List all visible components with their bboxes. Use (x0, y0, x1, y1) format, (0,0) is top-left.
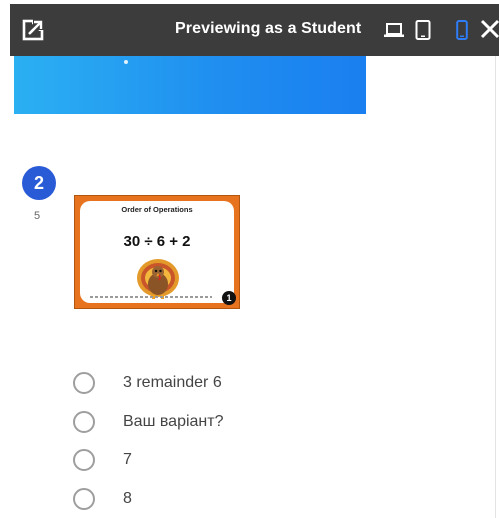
tablet-view-button[interactable] (413, 18, 433, 42)
question-points: 5 (34, 210, 41, 222)
header-banner (14, 56, 366, 114)
radio-button[interactable] (73, 372, 95, 395)
close-icon[interactable] (478, 17, 499, 41)
question-image: Order of Operations 30 ÷ 6 + 2 1 (74, 195, 240, 309)
radio-button[interactable] (73, 410, 95, 433)
laptop-icon (384, 23, 404, 37)
content-border (495, 56, 496, 518)
answer-option[interactable]: 8 (73, 480, 132, 518)
answer-option[interactable]: 3 remainder 6 (73, 364, 222, 403)
answer-options: 3 remainder 6 Ваш варіант? 7 8 (73, 364, 223, 518)
card-number: 1 (222, 291, 236, 305)
answer-label: Ваш варіант? (123, 412, 224, 430)
radio-button[interactable] (73, 487, 95, 510)
laptop-view-button[interactable] (383, 18, 405, 42)
answer-label: 8 (123, 489, 132, 507)
card-heading: Order of Operations (121, 205, 193, 214)
card-expression: 30 ÷ 6 + 2 (123, 233, 191, 250)
answer-option[interactable]: 7 (73, 441, 132, 480)
phone-view-button[interactable] (454, 18, 470, 42)
banner-decoration (124, 60, 128, 64)
card-footer-text (90, 296, 212, 298)
preview-title: Previewing as a Student (175, 20, 362, 37)
question-image-card: Order of Operations 30 ÷ 6 + 2 (80, 201, 234, 303)
answer-label: 3 remainder 6 (123, 374, 222, 392)
question-number-badge: 2 (22, 166, 56, 200)
phone-icon (456, 20, 468, 40)
open-in-new-icon[interactable] (22, 19, 44, 41)
answer-option[interactable]: Ваш варіант? (73, 403, 223, 442)
preview-toolbar: Previewing as a Student (10, 4, 499, 56)
turkey-icon (137, 259, 179, 299)
radio-button[interactable] (73, 449, 95, 472)
answer-label: 7 (123, 451, 132, 469)
tablet-icon (415, 20, 431, 40)
